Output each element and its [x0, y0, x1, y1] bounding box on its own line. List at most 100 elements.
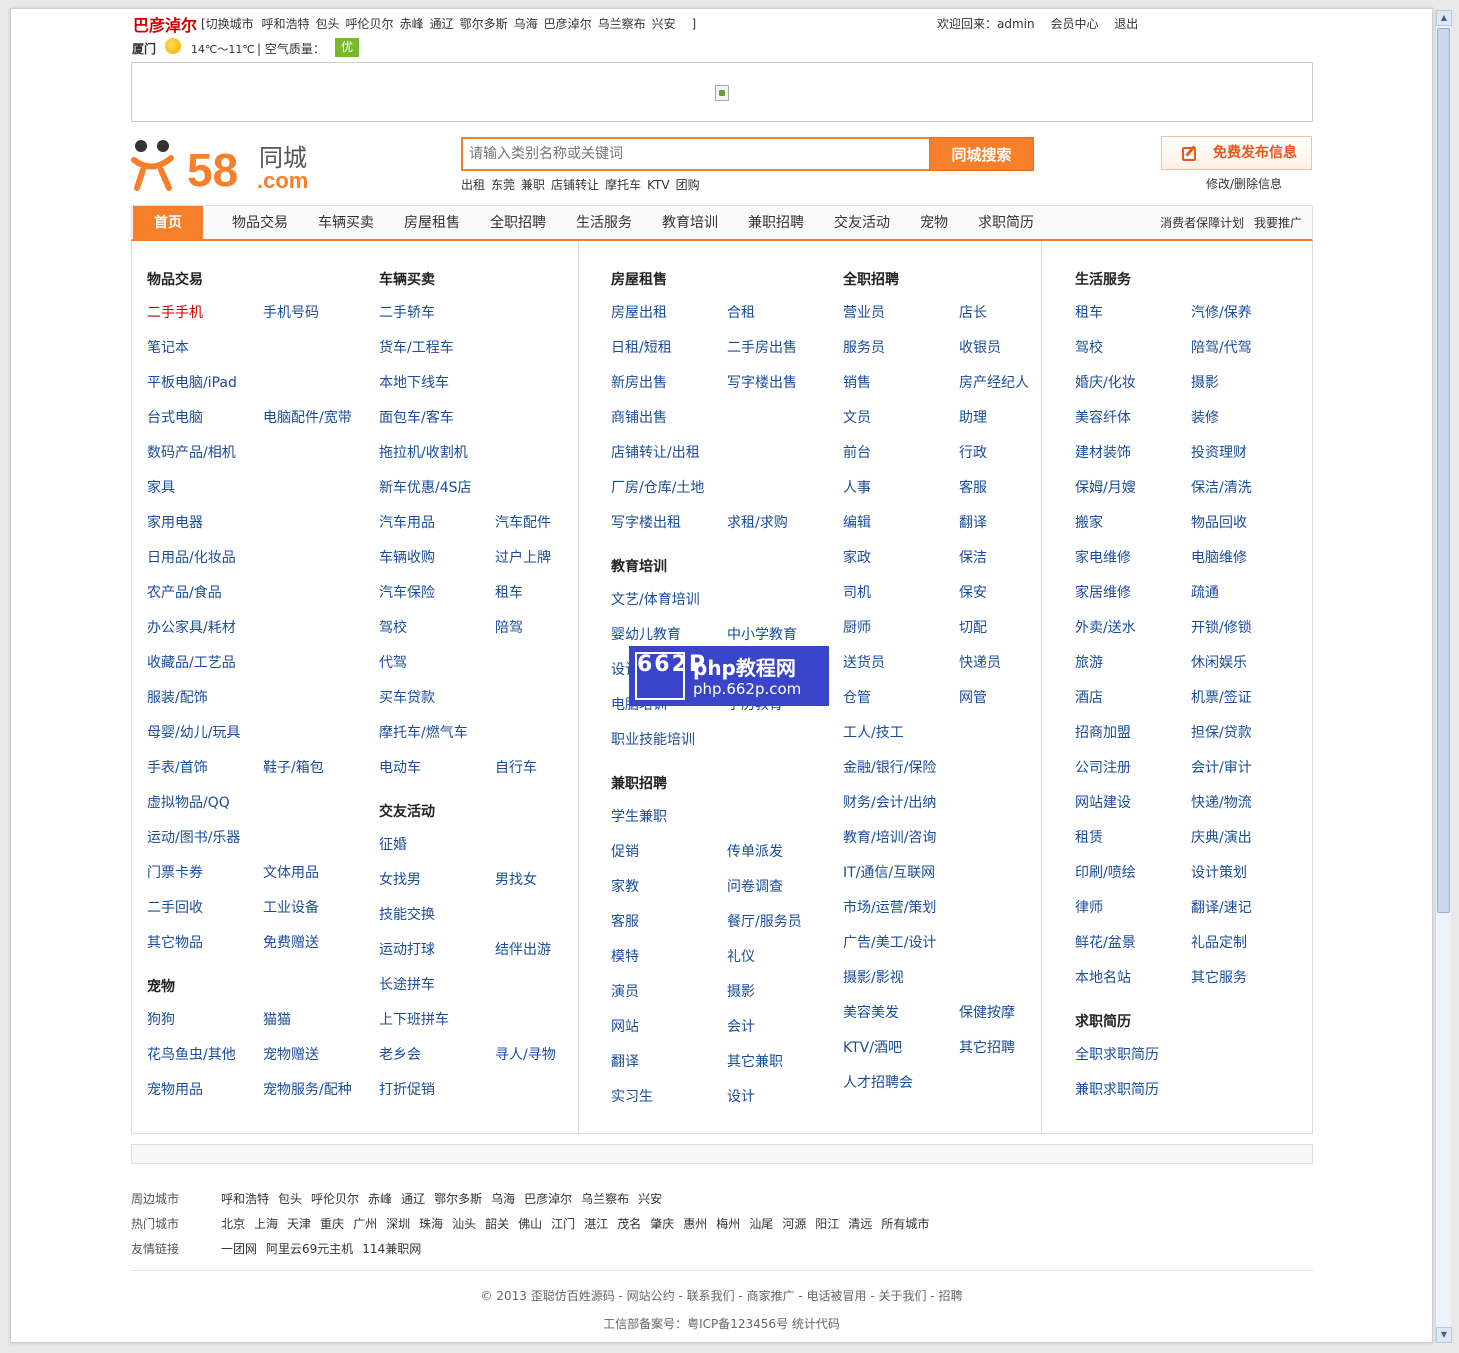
- category-link[interactable]: 新房出售: [611, 372, 667, 392]
- scroll-thumb[interactable]: [1437, 28, 1450, 913]
- category-link[interactable]: 人才招聘会: [843, 1072, 913, 1092]
- category-link[interactable]: 司机: [843, 582, 871, 602]
- city-link[interactable]: 通辽: [430, 17, 454, 31]
- category-link[interactable]: 日租/短租: [611, 337, 672, 357]
- category-link[interactable]: 厨师: [843, 617, 871, 637]
- city-link[interactable]: 赤峰: [400, 17, 424, 31]
- category-link[interactable]: 外卖/送水: [1075, 617, 1136, 637]
- category-link[interactable]: 婚庆/化妆: [1075, 372, 1136, 392]
- hot-word-link[interactable]: 摩托车: [605, 178, 641, 192]
- category-link[interactable]: 会计: [727, 1016, 755, 1036]
- category-link[interactable]: 租赁: [1075, 827, 1103, 847]
- nearby-city-link[interactable]: 包头: [278, 1192, 302, 1206]
- category-link[interactable]: 工人/技工: [843, 722, 904, 742]
- hot-city-link[interactable]: 汕头: [452, 1217, 476, 1231]
- category-link[interactable]: 设计: [727, 1086, 755, 1106]
- city-link[interactable]: 兴安: [652, 17, 676, 31]
- city-link[interactable]: 包头: [316, 17, 340, 31]
- category-link[interactable]: 租车: [495, 582, 523, 602]
- category-link[interactable]: KTV/酒吧: [843, 1037, 902, 1057]
- category-link[interactable]: 其它服务: [1191, 967, 1247, 987]
- category-link[interactable]: 印刷/喷绘: [1075, 862, 1136, 882]
- friend-link[interactable]: 一团网: [221, 1242, 257, 1256]
- category-link[interactable]: 征婚: [379, 834, 407, 854]
- category-link[interactable]: 婴幼儿教育: [611, 624, 681, 644]
- category-link[interactable]: 文员: [843, 407, 871, 427]
- category-link[interactable]: 货车/工程车: [379, 337, 454, 357]
- nearby-city-link[interactable]: 乌兰察布: [581, 1192, 629, 1206]
- category-link[interactable]: 上下班拼车: [379, 1009, 449, 1029]
- hot-city-link[interactable]: 深圳: [386, 1217, 410, 1231]
- category-link[interactable]: 宠物用品: [147, 1079, 203, 1099]
- category-link[interactable]: 女找男: [379, 869, 421, 889]
- hot-city-link[interactable]: 珠海: [419, 1217, 443, 1231]
- member-center-link[interactable]: 会员中心: [1050, 17, 1098, 31]
- category-link[interactable]: 切配: [959, 617, 987, 637]
- nav-item[interactable]: 交友活动: [834, 206, 890, 240]
- hot-city-link[interactable]: 惠州: [683, 1217, 707, 1231]
- category-link[interactable]: 商铺出售: [611, 407, 667, 427]
- category-link[interactable]: 二手回收: [147, 897, 203, 917]
- category-link[interactable]: 收银员: [959, 337, 1001, 357]
- category-link[interactable]: 办公家具/耗材: [147, 617, 236, 637]
- category-link[interactable]: 建材装饰: [1075, 442, 1131, 462]
- category-link[interactable]: 中小学教育: [727, 624, 797, 644]
- category-link[interactable]: 保健按摩: [959, 1002, 1015, 1022]
- category-link[interactable]: 鲜花/盆景: [1075, 932, 1136, 952]
- nav-item[interactable]: 首页: [133, 206, 203, 240]
- category-link[interactable]: 手表/首饰: [147, 757, 208, 777]
- city-link[interactable]: 乌兰察布: [598, 17, 646, 31]
- city-link[interactable]: 呼伦贝尔: [346, 17, 394, 31]
- category-link[interactable]: 摄影: [1191, 372, 1219, 392]
- hot-city-link[interactable]: 肇庆: [650, 1217, 674, 1231]
- category-link[interactable]: 旅游: [1075, 652, 1103, 672]
- search-input[interactable]: [461, 137, 931, 171]
- category-link[interactable]: 仓管: [843, 687, 871, 707]
- hot-word-link[interactable]: KTV: [647, 178, 669, 192]
- hot-city-link[interactable]: 广州: [353, 1217, 377, 1231]
- category-link[interactable]: 文艺/体育培训: [611, 589, 700, 609]
- category-link[interactable]: 美容美发: [843, 1002, 899, 1022]
- hot-word-link[interactable]: 店铺转让: [551, 178, 599, 192]
- category-link[interactable]: 二手手机: [147, 302, 203, 322]
- city-link[interactable]: 鄂尔多斯: [460, 17, 508, 31]
- hot-word-link[interactable]: 东莞: [491, 178, 515, 192]
- category-link[interactable]: 职业技能培训: [611, 729, 695, 749]
- nearby-city-link[interactable]: 赤峰: [368, 1192, 392, 1206]
- category-link[interactable]: 母婴/幼儿/玩具: [147, 722, 240, 742]
- hot-city-link[interactable]: 北京: [221, 1217, 245, 1231]
- category-link[interactable]: 厂房/仓库/土地: [611, 477, 704, 497]
- category-link[interactable]: 餐厅/服务员: [727, 911, 802, 931]
- category-link[interactable]: 运动打球: [379, 939, 435, 959]
- category-link[interactable]: 汽车配件: [495, 512, 551, 532]
- category-link[interactable]: 过户上牌: [495, 547, 551, 567]
- category-link[interactable]: 保安: [959, 582, 987, 602]
- category-link[interactable]: 猫猫: [263, 1009, 291, 1029]
- category-link[interactable]: 销售: [843, 372, 871, 392]
- category-link[interactable]: 技能交换: [379, 904, 435, 924]
- hot-city-link[interactable]: 阳江: [815, 1217, 839, 1231]
- category-link[interactable]: 汽修/保养: [1191, 302, 1252, 322]
- category-link[interactable]: 会计/审计: [1191, 757, 1252, 777]
- category-link[interactable]: 老乡会: [379, 1044, 421, 1064]
- category-link[interactable]: 送货员: [843, 652, 885, 672]
- category-link[interactable]: 其它物品: [147, 932, 203, 952]
- category-link[interactable]: 演员: [611, 981, 639, 1001]
- hot-city-link[interactable]: 上海: [254, 1217, 278, 1231]
- category-link[interactable]: 摄影/影视: [843, 967, 904, 987]
- vertical-scrollbar[interactable]: ▲ ▼: [1435, 10, 1452, 1343]
- category-link[interactable]: 陪驾: [495, 617, 523, 637]
- category-link[interactable]: 代驾: [379, 652, 407, 672]
- category-link[interactable]: 宠物赠送: [263, 1044, 319, 1064]
- hot-word-link[interactable]: 团购: [676, 178, 700, 192]
- category-link[interactable]: 文体用品: [263, 862, 319, 882]
- category-link[interactable]: 设计策划: [1191, 862, 1247, 882]
- hot-city-link[interactable]: 佛山: [518, 1217, 542, 1231]
- category-link[interactable]: 翻译: [959, 512, 987, 532]
- category-link[interactable]: 汽车用品: [379, 512, 435, 532]
- category-link[interactable]: 保洁/清洗: [1191, 477, 1252, 497]
- logout-link[interactable]: 退出: [1114, 17, 1138, 31]
- category-link[interactable]: 兼职求职简历: [1075, 1079, 1159, 1099]
- nearby-city-link[interactable]: 巴彦淖尔: [524, 1192, 572, 1206]
- category-link[interactable]: 投资理财: [1191, 442, 1247, 462]
